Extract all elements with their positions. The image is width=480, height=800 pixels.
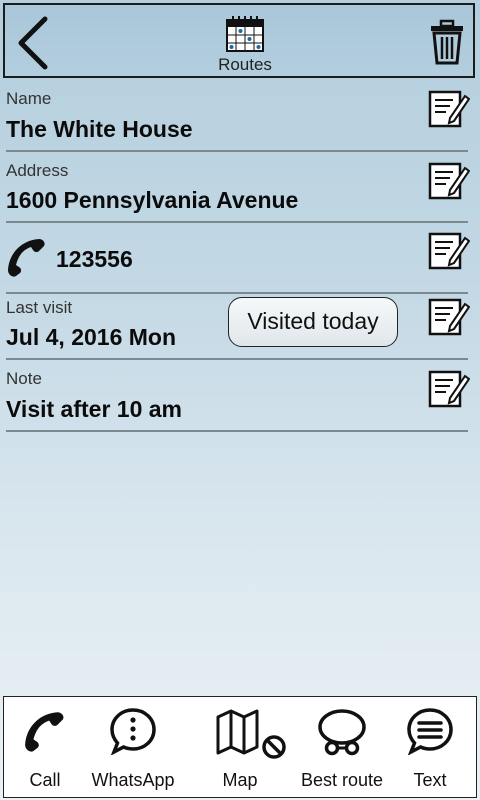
- bottom-action-bar: Call WhatsApp Map Best route Text: [3, 696, 477, 798]
- calendar-icon: [226, 16, 264, 52]
- routes-button[interactable]: Routes: [195, 9, 295, 79]
- best-route-button[interactable]: Best route: [298, 697, 386, 797]
- edit-last-visit-button[interactable]: [428, 296, 471, 338]
- name-value: The White House: [6, 116, 193, 142]
- map-button[interactable]: Map: [210, 697, 292, 797]
- back-arrow-icon: [18, 16, 48, 70]
- last-visit-label: Last visit: [6, 298, 73, 317]
- phone-icon: [8, 239, 45, 277]
- name-field: Name The White House: [6, 82, 471, 152]
- note-label: Note: [6, 369, 42, 388]
- visited-today-button[interactable]: Visited today: [228, 297, 398, 347]
- whatsapp-button[interactable]: WhatsApp: [86, 697, 180, 797]
- last-visit-field: Last visit Jul 4, 2016 Mon Visited today: [6, 294, 471, 360]
- routes-label: Routes: [218, 55, 272, 74]
- edit-note-button[interactable]: [428, 368, 471, 410]
- edit-icon: [428, 90, 471, 128]
- best-route-icon: [318, 709, 366, 756]
- phone-field: 123556: [6, 223, 471, 294]
- trash-icon: [431, 19, 463, 65]
- map-label: Map: [222, 770, 258, 790]
- edit-icon: [428, 232, 471, 270]
- address-field: Address 1600 Pennsylvania Avenue: [6, 152, 471, 223]
- name-label: Name: [6, 89, 52, 108]
- whatsapp-label: WhatsApp: [91, 770, 175, 790]
- call-button[interactable]: Call: [10, 697, 80, 797]
- call-label: Call: [29, 770, 61, 790]
- edit-icon: [428, 370, 471, 408]
- note-value: Visit after 10 am: [6, 396, 183, 422]
- edit-phone-button[interactable]: [428, 230, 471, 272]
- edit-icon: [428, 162, 471, 200]
- delete-button[interactable]: [429, 19, 465, 67]
- map-icon: [216, 709, 286, 759]
- address-value: 1600 Pennsylvania Avenue: [6, 187, 299, 213]
- phone-value: 123556: [56, 246, 133, 272]
- back-button[interactable]: [11, 13, 55, 73]
- address-label: Address: [6, 161, 69, 180]
- edit-icon: [428, 298, 471, 336]
- whatsapp-icon: [110, 708, 156, 755]
- phone-icon: [25, 712, 64, 752]
- text-button[interactable]: Text: [400, 697, 460, 797]
- top-bar: Routes: [3, 3, 475, 78]
- no-entry-icon: [262, 735, 286, 759]
- message-icon: [407, 708, 453, 755]
- best-route-label: Best route: [300, 770, 384, 790]
- last-visit-value: Jul 4, 2016 Mon: [6, 324, 177, 350]
- note-field: Note Visit after 10 am: [6, 360, 471, 432]
- text-label: Text: [413, 770, 447, 790]
- edit-name-button[interactable]: [428, 88, 471, 130]
- edit-address-button[interactable]: [428, 160, 471, 202]
